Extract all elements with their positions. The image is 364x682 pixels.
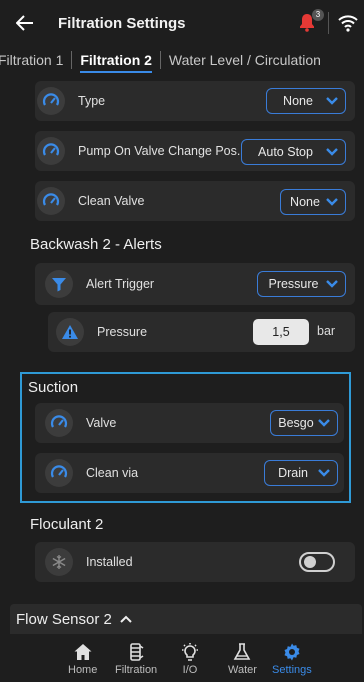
- chevron-up-icon: [120, 615, 132, 623]
- clean-valve-label: Clean Valve: [78, 194, 145, 208]
- clean-valve-select[interactable]: None: [280, 189, 346, 215]
- nav-settings-label: Settings: [272, 664, 312, 676]
- type-label: Type: [78, 94, 106, 108]
- clean-via-select[interactable]: Drain: [264, 460, 338, 486]
- nav-io-label: I/O: [182, 664, 198, 676]
- chevron-down-icon: [326, 198, 338, 206]
- clean-via-value: Drain: [278, 466, 308, 480]
- gauge-icon: [45, 459, 73, 487]
- installed-toggle[interactable]: [299, 552, 335, 572]
- home-icon: [74, 644, 92, 660]
- clean-via-label: Clean via: [86, 466, 139, 480]
- pump-on-valve-change-select[interactable]: Auto Stop: [241, 139, 346, 165]
- nav-io[interactable]: I/O: [180, 634, 200, 676]
- gauge-icon: [37, 137, 65, 165]
- pressure-input[interactable]: 1,5: [253, 319, 309, 345]
- pressure-label: Pressure: [97, 325, 148, 339]
- wifi-icon[interactable]: [338, 14, 358, 32]
- chevron-down-icon: [318, 419, 330, 427]
- suction-valve-value: Besgo: [278, 416, 314, 430]
- gear-icon: [284, 643, 300, 661]
- clean-valve-value: None: [290, 195, 320, 209]
- page-title: Filtration Settings: [58, 14, 186, 32]
- snowflake-icon: [45, 548, 73, 576]
- alert-trigger-label: Alert Trigger: [86, 277, 155, 291]
- installed-label: Installed: [86, 555, 133, 569]
- chevron-down-icon: [318, 469, 330, 477]
- nav-filtration[interactable]: Filtration: [115, 634, 157, 676]
- header-divider: [328, 12, 329, 34]
- filtration-icon: [130, 643, 144, 661]
- pump-on-valve-change-label: Pump On Valve Change Pos.: [78, 144, 241, 158]
- alert-count-badge: 3: [312, 9, 324, 21]
- funnel-filter-icon: [45, 270, 73, 298]
- toggle-knob: [304, 556, 316, 568]
- suction-valve-label: Valve: [86, 416, 117, 430]
- tab-filtration-1[interactable]: Filtration 1: [0, 46, 71, 74]
- alert-trigger-select[interactable]: Pressure: [257, 271, 346, 297]
- floculant-section-title: Floculant 2: [30, 516, 104, 533]
- suction-valve-select[interactable]: Besgo: [270, 410, 338, 436]
- chevron-down-icon: [326, 280, 338, 288]
- backwash-section-title: Backwash 2 - Alerts: [30, 236, 162, 253]
- nav-settings[interactable]: Settings: [272, 634, 312, 676]
- suction-section-title: Suction: [28, 379, 79, 396]
- bottom-navigation: Home Filtration I/O Water Settings: [0, 634, 364, 682]
- back-arrow-icon[interactable]: [14, 12, 36, 34]
- nav-water[interactable]: Water: [228, 634, 257, 676]
- type-select-value: None: [283, 94, 313, 108]
- alert-trigger-value: Pressure: [268, 277, 319, 291]
- nav-home-label: Home: [68, 664, 98, 676]
- nav-home[interactable]: Home: [68, 634, 97, 676]
- tab-filtration-2[interactable]: Filtration 2: [72, 46, 160, 74]
- tab-water-level-circulation[interactable]: Water Level / Circulation: [161, 46, 329, 74]
- gauge-icon: [45, 409, 73, 437]
- pump-on-valve-change-value: Auto Stop: [258, 145, 313, 159]
- flow-sensor-section-header[interactable]: Flow Sensor 2: [10, 604, 362, 634]
- chevron-down-icon: [326, 97, 338, 105]
- pressure-unit: bar: [317, 324, 336, 338]
- flask-icon: [234, 643, 251, 660]
- gauge-icon: [37, 87, 65, 115]
- nav-water-label: Water: [228, 664, 257, 676]
- chevron-down-icon: [326, 148, 338, 156]
- bulb-icon: [182, 643, 198, 661]
- warning-triangle-icon: [56, 318, 84, 346]
- nav-filtration-label: Filtration: [115, 664, 158, 676]
- type-select[interactable]: None: [266, 88, 346, 114]
- gauge-icon: [37, 187, 65, 215]
- tab-bar: Filtration 1 Filtration 2 Water Level / …: [0, 46, 364, 74]
- flow-sensor-title: Flow Sensor 2: [16, 610, 112, 628]
